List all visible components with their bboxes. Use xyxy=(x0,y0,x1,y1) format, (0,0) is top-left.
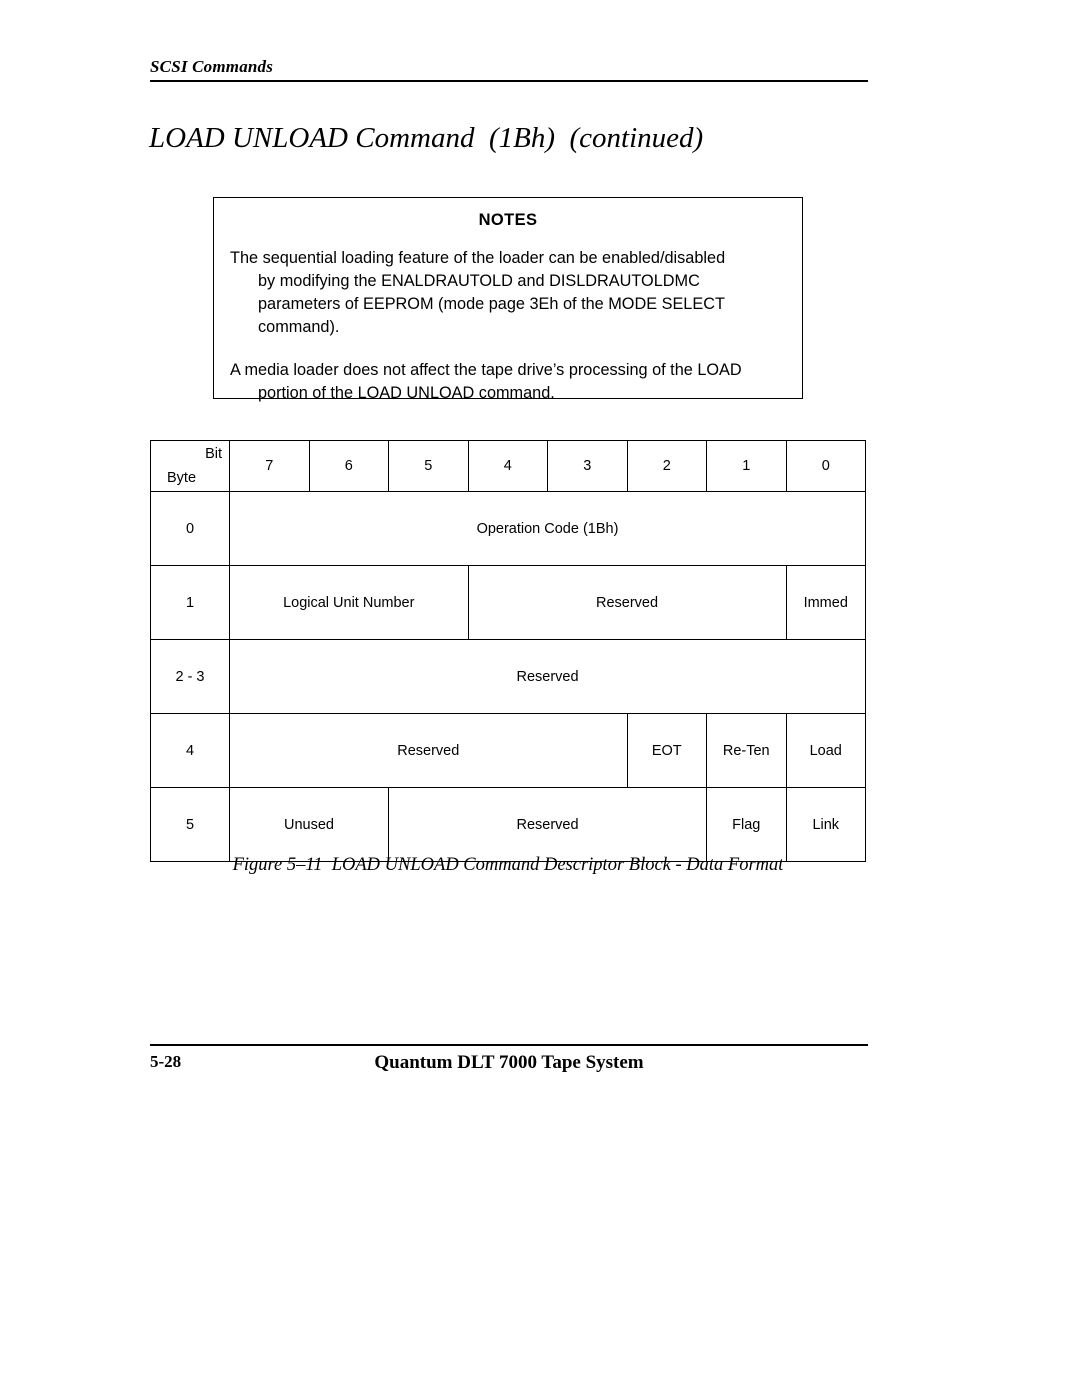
footer-center-text: Quantum DLT 7000 Tape System xyxy=(374,1052,644,1073)
table-row: 4 Reserved EOT Re-Ten Load xyxy=(150,713,866,788)
field-cell: Reserved xyxy=(388,787,707,862)
field-cell: Reserved xyxy=(229,713,628,788)
field-cell: EOT xyxy=(626,713,707,788)
field-cell: Logical Unit Number xyxy=(229,565,469,640)
figure-caption: Figure 5–11 LOAD UNLOAD Command Descript… xyxy=(232,855,784,875)
table-corner-cell: Bit Byte xyxy=(150,440,230,492)
byte-index-cell: 1 xyxy=(150,565,230,640)
table-row: 1 Logical Unit Number Reserved Immed xyxy=(150,565,866,640)
running-header-rule xyxy=(150,80,868,82)
byte-index-cell: 2 - 3 xyxy=(150,639,230,714)
byte-index-cell: 5 xyxy=(150,787,230,862)
notes-heading: NOTES xyxy=(478,211,538,229)
byte-index-cell: 4 xyxy=(150,713,230,788)
notes-paragraph-rest: portion of the LOAD UNLOAD command. xyxy=(258,384,555,402)
field-cell: Operation Code (1Bh) xyxy=(229,491,866,566)
field-cell: Unused xyxy=(229,787,389,862)
notes-body: The sequential loading feature of the lo… xyxy=(214,247,802,405)
table-row: 5 Unused Reserved Flag Link xyxy=(150,787,866,862)
bit-header-cell: 6 xyxy=(308,440,389,492)
field-cell: Flag xyxy=(706,787,787,862)
field-cell: Reserved xyxy=(229,639,866,714)
bit-header-cell: 5 xyxy=(388,440,469,492)
byte-axis-label: Byte xyxy=(167,470,197,486)
footer-rule xyxy=(150,1044,868,1046)
bit-axis-label: Bit xyxy=(205,446,222,462)
bit-header-cell: 1 xyxy=(706,440,787,492)
bit-header-cell: 2 xyxy=(626,440,707,492)
bit-header-cell: 4 xyxy=(467,440,548,492)
field-cell: Link xyxy=(785,787,866,862)
notes-paragraph: A media loader does not affect the tape … xyxy=(230,359,788,405)
notes-paragraph-first-line: A media loader does not affect the tape … xyxy=(230,361,742,379)
field-cell: Load xyxy=(785,713,866,788)
bit-header-cell: 3 xyxy=(547,440,628,492)
notes-paragraph: The sequential loading feature of the lo… xyxy=(230,247,788,339)
table-header-row: Bit Byte 7 6 5 4 3 2 1 0 xyxy=(150,440,866,492)
bit-header-cell: 7 xyxy=(229,440,310,492)
table-row: 0 Operation Code (1Bh) xyxy=(150,491,866,566)
field-cell: Re-Ten xyxy=(706,713,787,788)
table-body: Bit Byte 7 6 5 4 3 2 1 0 0 Operation Cod… xyxy=(150,440,866,862)
field-cell: Reserved xyxy=(467,565,787,640)
notes-paragraph-first-line: The sequential loading feature of the lo… xyxy=(230,249,726,267)
byte-index-cell: 0 xyxy=(150,491,230,566)
field-cell: Immed xyxy=(785,565,866,640)
running-header: SCSI Commands xyxy=(150,57,868,82)
page-title: LOAD UNLOAD Command (1Bh) (continued) xyxy=(149,122,704,154)
running-header-text: SCSI Commands xyxy=(150,57,274,76)
page-footer: 5-28 Quantum DLT 7000 Tape System xyxy=(150,1044,868,1082)
command-descriptor-block-table: Bit Byte 7 6 5 4 3 2 1 0 0 Operation Cod… xyxy=(150,440,866,862)
document-page: SCSI Commands LOAD UNLOAD Command (1Bh) … xyxy=(0,0,1080,1397)
notes-box: NOTES The sequential loading feature of … xyxy=(213,197,803,402)
notes-paragraph-rest: by modifying the ENALDRAUTOLD and DISLDR… xyxy=(258,272,725,336)
table-row: 2 - 3 Reserved xyxy=(150,639,866,714)
footer-row: 5-28 Quantum DLT 7000 Tape System xyxy=(150,1052,868,1082)
bit-header-cell: 0 xyxy=(785,440,866,492)
